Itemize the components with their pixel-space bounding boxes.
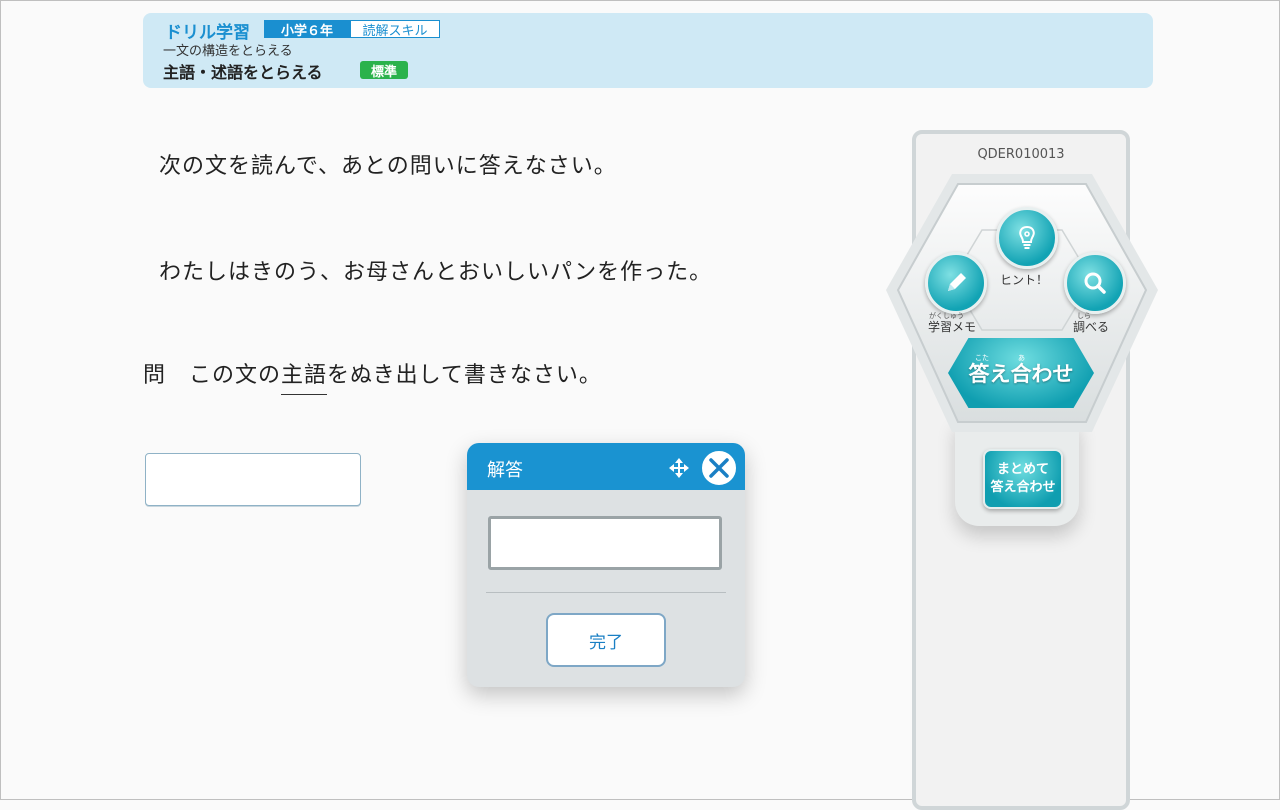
question-instruction: 次の文を読んで、あとの問いに答えなさい。: [159, 154, 617, 179]
move-arrows-icon[interactable]: [668, 457, 690, 479]
hint-button[interactable]: [996, 207, 1058, 269]
dialog-divider: [486, 592, 726, 593]
check-answer-button[interactable]: 答え合わせ: [948, 338, 1094, 408]
bulk-check-button[interactable]: まとめて 答え合わせ: [983, 449, 1063, 509]
prompt-suffix: をぬき出して書きなさい。: [327, 363, 602, 388]
question-prompt: 問 この文の主語をぬき出して書きなさい。: [143, 357, 602, 395]
lesson-title: 主語・述語をとらえる: [163, 63, 323, 82]
check-ruby-2: あ: [1018, 354, 1025, 362]
lightbulb-icon: [1019, 225, 1035, 249]
magnifier-icon: [1084, 272, 1106, 294]
level-badge: 標準: [360, 61, 408, 80]
memo-label: 学習メモ: [928, 320, 977, 334]
lesson-header: ドリル学習 小学６年 読解スキル 一文の構造をとらえる 主語・述語をとらえる 標…: [143, 13, 1153, 88]
answer-dialog: 解答 完了: [467, 443, 745, 687]
unit-title: 一文の構造をとらえる: [163, 44, 293, 59]
dialog-title: 解答: [487, 460, 523, 481]
check-ruby-1: こた: [975, 354, 989, 362]
prompt-underlined-word: 主語: [281, 361, 328, 395]
grade-tag: 小学６年: [264, 20, 350, 39]
hint-label: ヒント！: [999, 273, 1048, 287]
answer-field[interactable]: [145, 453, 361, 506]
dialog-header[interactable]: 解答: [467, 443, 745, 490]
bulk-check-line2: 答え合わせ: [990, 480, 1056, 495]
search-button[interactable]: [1064, 252, 1126, 314]
pencil-icon: [948, 273, 966, 291]
dialog-answer-input[interactable]: [488, 516, 722, 570]
prompt-prefix: 問 この文の: [143, 363, 282, 388]
search-label: 調べる: [1073, 320, 1110, 334]
done-button[interactable]: 完了: [546, 613, 666, 667]
close-icon[interactable]: [700, 449, 738, 487]
question-id: QDER010013: [977, 147, 1065, 162]
bulk-check-line1: まとめて: [996, 461, 1049, 477]
memo-button[interactable]: [925, 252, 987, 314]
question-sentence: わたしはきのう、お母さんとおいしいパンを作った。: [159, 260, 713, 285]
skill-tag: 読解スキル: [350, 20, 440, 39]
